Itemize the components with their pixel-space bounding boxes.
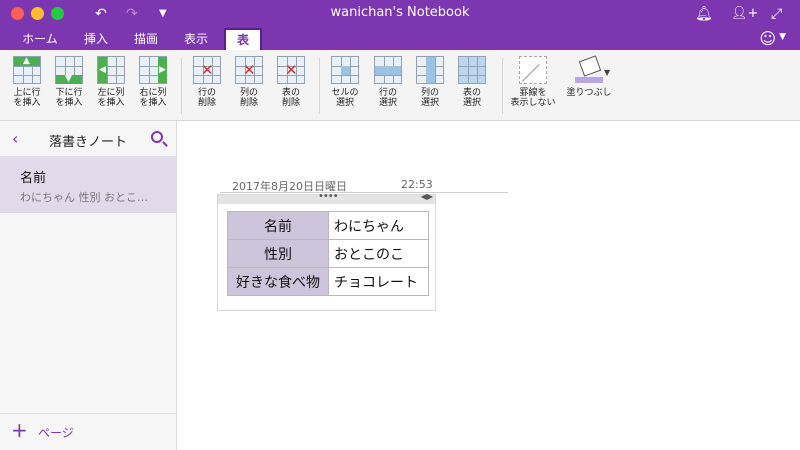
tab-view[interactable]: 表示	[176, 30, 216, 50]
select-row-button[interactable]: 行の 選択	[369, 56, 407, 108]
note-table[interactable]: 名前 わにちゃん 性別 おとこのこ 好きな食べ物 チョコレート	[227, 211, 429, 296]
select-table-button[interactable]: 表の 選択	[453, 56, 491, 108]
ribbon-toolbar: ▲ 上に行 を挿入 ▼ 下に行 を挿入 ◀ 左に列 を挿入 ▶ 右に列 を挿入 …	[0, 50, 800, 121]
select-column-button[interactable]: 列の 選択	[411, 56, 449, 108]
delete-table-button[interactable]: ✕ 表の 削除	[272, 56, 310, 108]
shading-dropdown-chevron-icon[interactable]: ▼	[604, 68, 610, 77]
delete-column-icon: ✕	[235, 56, 263, 84]
table-cell[interactable]: 性別	[227, 239, 329, 268]
insert-row-above-button[interactable]: ▲ 上に行 を挿入	[8, 56, 46, 108]
drag-dots-icon: ••••	[318, 191, 339, 202]
select-cell-icon	[331, 56, 359, 84]
delete-table-icon: ✕	[277, 56, 305, 84]
title-bar: ↶ ↷ ▼ wanichan's Notebook 🔔︎ 👤︎+ ⤢	[0, 0, 800, 28]
table-row: 名前 わにちゃん	[227, 211, 429, 240]
hide-borders-button[interactable]: 罫線を 表示しない	[508, 56, 558, 108]
select-row-icon	[374, 56, 402, 84]
ribbon-tab-row: ホーム 挿入 描画 表示 表 ☺ ▼	[0, 28, 800, 50]
select-cell-button[interactable]: セルの 選択	[326, 56, 364, 108]
table-cell[interactable]: わにちゃん	[328, 211, 429, 240]
insert-row-below-icon: ▼	[55, 56, 83, 84]
container-move-handle[interactable]: •••• ◀▶	[218, 191, 435, 204]
insert-column-right-button[interactable]: ▶ 右に列 を挿入	[134, 56, 172, 108]
ribbon-divider	[502, 58, 503, 114]
tab-draw[interactable]: 描画	[126, 30, 166, 50]
tab-insert[interactable]: 挿入	[76, 30, 116, 50]
feedback-smiley-icon[interactable]: ☺	[759, 28, 776, 50]
insert-column-left-icon: ◀	[97, 56, 125, 84]
tab-table[interactable]: 表	[224, 28, 262, 50]
notifications-icon[interactable]: 🔔︎	[695, 4, 713, 24]
share-icon[interactable]: 👤︎+	[731, 4, 758, 24]
page-list-item[interactable]: 名前 わにちゃん 性別 おとこ…	[0, 157, 176, 213]
add-page-label: ページ	[38, 426, 74, 440]
fullscreen-icon[interactable]: ⤢	[771, 4, 782, 24]
delete-row-button[interactable]: ✕ 行の 削除	[188, 56, 226, 108]
sidebar-header: ‹ 落書きノート	[0, 121, 176, 157]
page-list-sidebar: ‹ 落書きノート 名前 わにちゃん 性別 おとこ… + ページ	[0, 121, 177, 450]
ribbon-divider	[319, 58, 320, 114]
hide-borders-icon	[519, 56, 547, 84]
select-table-icon	[458, 56, 486, 84]
shading-button[interactable]: 塗りつぶし	[562, 55, 616, 98]
delete-column-button[interactable]: ✕ 列の 削除	[230, 56, 268, 108]
ribbon-divider	[181, 58, 182, 114]
tab-home[interactable]: ホーム	[12, 30, 68, 50]
table-cell[interactable]: 名前	[227, 211, 329, 240]
resize-arrows-icon[interactable]: ◀▶	[421, 192, 433, 201]
chevron-down-icon[interactable]: ▼	[779, 32, 786, 42]
window-title: wanichan's Notebook	[330, 5, 470, 20]
select-column-icon	[416, 56, 444, 84]
table-cell[interactable]: おとこのこ	[328, 239, 429, 268]
plus-icon: +	[11, 418, 28, 442]
insert-column-right-icon: ▶	[139, 56, 167, 84]
note-container[interactable]: •••• ◀▶ 名前 わにちゃん 性別 おとこのこ 好きな食べ物 チョコレート	[217, 191, 436, 311]
insert-row-below-button[interactable]: ▼ 下に行 を挿入	[50, 56, 88, 108]
insert-row-above-icon: ▲	[13, 56, 41, 84]
table-row: 性別 おとこのこ	[227, 239, 429, 268]
table-cell[interactable]: チョコレート	[328, 267, 429, 296]
page-time: 22:53	[401, 178, 433, 191]
table-row: 好きな食べ物 チョコレート	[227, 267, 429, 296]
section-title: 落書きノート	[48, 135, 127, 150]
paint-bucket-icon	[575, 55, 603, 84]
note-canvas[interactable]: 2017年8月20日日曜日 22:53 •••• ◀▶ 名前 わにちゃん 性別 …	[177, 121, 800, 450]
page-item-title: 名前	[20, 171, 47, 186]
table-cell[interactable]: 好きな食べ物	[227, 267, 329, 296]
search-icon[interactable]	[151, 131, 163, 143]
add-page-button[interactable]: + ページ	[0, 413, 176, 450]
delete-row-icon: ✕	[193, 56, 221, 84]
page-item-preview: わにちゃん 性別 おとこ…	[20, 191, 148, 204]
insert-column-left-button[interactable]: ◀ 左に列 を挿入	[92, 56, 130, 108]
